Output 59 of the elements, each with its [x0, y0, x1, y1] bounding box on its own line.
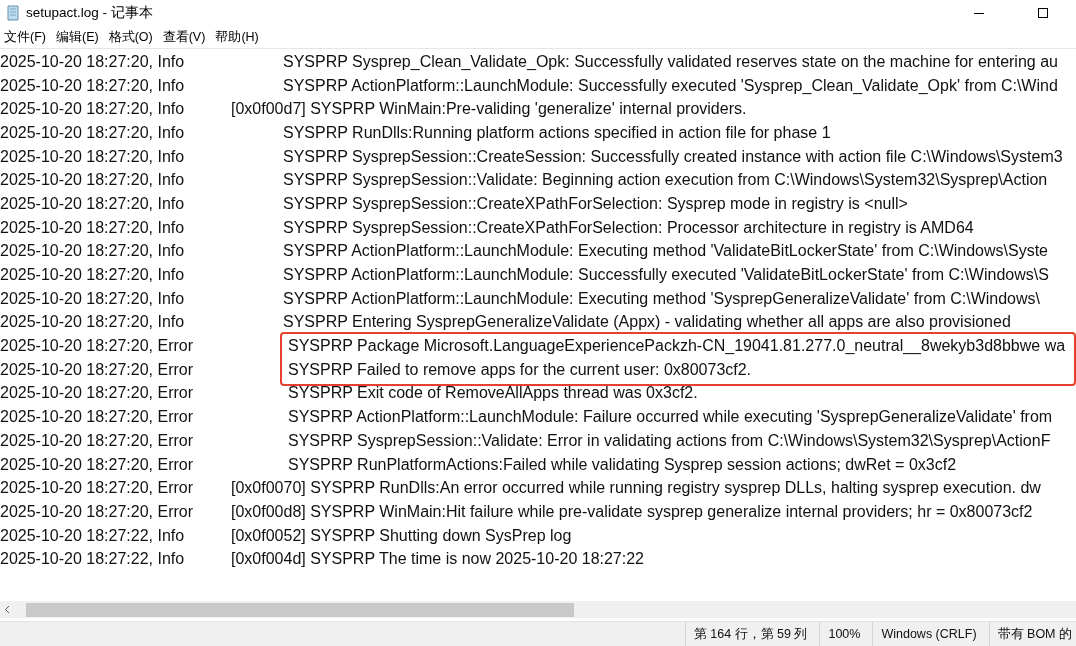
menu-item[interactable]: 查看(V): [157, 28, 211, 46]
maximize-icon: [1038, 8, 1048, 18]
log-timestamp: 2025-10-20 18:27:20, Info: [0, 147, 186, 166]
log-message: SYSPRP ActionPlatform::LaunchModule: Executing method 'SysprepGeneralizeValidate' from C:\Windows\: [283, 289, 1040, 308]
log-timestamp: 2025-10-20 18:27:20, Info: [0, 171, 186, 190]
log-timestamp: 2025-10-20 18:27:20, Info: [0, 266, 186, 285]
log-message: SYSPRP ActionPlatform::LaunchModule: Successfully executed 'Sysprep_Clean_Validate_Opk' from C:\Wind: [283, 76, 1058, 95]
log-message: SYSPRP Package Microsoft.LanguageExperiencePackzh-CN_19041.81.277.0_neutral__8wekyb3d8bbwe wa: [288, 337, 1066, 356]
log-timestamp: 2025-10-20 18:27:20, Error: [0, 360, 194, 379]
log-message: [0x0f00d8] SYSPRP WinMain:Hit failure while pre-validate sysprep generalize internal providers; hr = 0x80073cf2: [231, 502, 1033, 521]
log-timestamp: 2025-10-20 18:27:20, Info: [0, 52, 186, 71]
menu-item[interactable]: 编辑(E): [50, 28, 104, 46]
log-message: SYSPRP SysprepSession::Validate: Beginning action execution from C:\Windows\System32\Sysprep\Action: [283, 171, 1048, 190]
log-message: SYSPRP ActionPlatform::LaunchModule: Successfully executed 'ValidateBitLockerState' from C:\Windows\S: [283, 266, 1049, 285]
status-text: 第 164 行，第 59 列: [684, 622, 820, 646]
log-message: SYSPRP RunDlls:Running platform actions specified in action file for phase 1: [283, 123, 831, 142]
log-timestamp: 2025-10-20 18:27:20, Error: [0, 408, 194, 427]
log-timestamp: 2025-10-20 18:27:20, Error: [0, 384, 194, 403]
horizontal-scrollbar[interactable]: [0, 601, 1076, 618]
log-message: SYSPRP SysprepSession::Validate: Error in validating actions from C:\Windows\System32\Sysprep\ActionF: [288, 431, 1051, 450]
menu-item[interactable]: 文件(F): [0, 28, 51, 46]
log-timestamp: 2025-10-20 18:27:20, Error: [0, 431, 194, 450]
log-message: [0x0f004d] SYSPRP The time is now 2025-10-20 18:27:22: [231, 550, 644, 569]
log-message: SYSPRP Sysprep_Clean_Validate_Opk: Successfully validated reserves state on the machine for entering au: [283, 52, 1058, 71]
log-message: SYSPRP ActionPlatform::LaunchModule: Failure occurred while executing 'SysprepGeneralizeValidate' from: [288, 408, 1053, 427]
menu-item[interactable]: 帮助(H): [210, 28, 264, 46]
log-message: SYSPRP SysprepSession::CreateSession: Successfully created instance with action file C:\Windows\System3: [283, 147, 1063, 166]
log-message: SYSPRP RunPlatformActions:Failed while validating Sysprep session actions; dwRet = 0x3cf2: [288, 455, 957, 474]
log-timestamp: 2025-10-20 18:27:20, Error: [0, 337, 194, 356]
scroll-left-icon[interactable]: [4, 605, 10, 614]
log-timestamp: 2025-10-20 18:27:20, Info: [0, 123, 186, 142]
log-message: SYSPRP Exit code of RemoveAllApps thread was 0x3cf2.: [288, 384, 698, 403]
log-timestamp: 2025-10-20 18:27:20, Info: [0, 218, 186, 237]
scrollbar-thumb[interactable]: [26, 602, 574, 617]
menu-item[interactable]: 格式(O): [103, 28, 158, 46]
log-message: SYSPRP Entering SysprepGeneralizeValidate (Appx) - validating whether all apps are also provisioned: [283, 313, 1011, 332]
log-timestamp: 2025-10-20 18:27:20, Error: [0, 455, 194, 474]
log-timestamp: 2025-10-20 18:27:20, Info: [0, 100, 186, 119]
log-timestamp: 2025-10-20 18:27:20, Info: [0, 194, 186, 213]
log-timestamp: 2025-10-20 18:27:20, Info: [0, 313, 186, 332]
notepad-icon: [6, 5, 20, 21]
status-text: 100%: [819, 622, 873, 646]
log-message: SYSPRP Failed to remove apps for the current user: 0x80073cf2.: [288, 360, 752, 379]
log-message: [0x0f00d7] SYSPRP WinMain:Pre-validing 'generalize' internal providers.: [231, 100, 747, 119]
log-message: SYSPRP ActionPlatform::LaunchModule: Executing method 'ValidateBitLockerState' from C:\Windows\Syste: [283, 242, 1048, 261]
log-timestamp: 2025-10-20 18:27:20, Info: [0, 242, 186, 261]
log-timestamp: 2025-10-20 18:27:20, Info: [0, 289, 186, 308]
log-timestamp: 2025-10-20 18:27:22, Info: [0, 526, 186, 545]
log-message: [0x0f0070] SYSPRP RunDlls:An error occurred while running registry sysprep DLLs, halting sysprep execution. dw: [231, 479, 1041, 498]
log-message: SYSPRP SysprepSession::CreateXPathForSelection: Sysprep mode in registry is <null>: [283, 194, 908, 213]
log-timestamp: 2025-10-20 18:27:22, Info: [0, 550, 186, 569]
status-text: 带有 BOM 的: [988, 622, 1076, 646]
log-message: SYSPRP SysprepSession::CreateXPathForSelection: Processor architecture in registry is AMD64: [283, 218, 974, 237]
log-timestamp: 2025-10-20 18:27:20, Error: [0, 479, 194, 498]
status-text: Windows (CRLF): [872, 622, 989, 646]
window-title: setupact.log - 记事本: [26, 4, 154, 22]
log-message: [0x0f0052] SYSPRP Shutting down SysPrep log: [231, 526, 572, 545]
log-timestamp: 2025-10-20 18:27:20, Info: [0, 76, 186, 95]
log-timestamp: 2025-10-20 18:27:20, Error: [0, 502, 194, 521]
